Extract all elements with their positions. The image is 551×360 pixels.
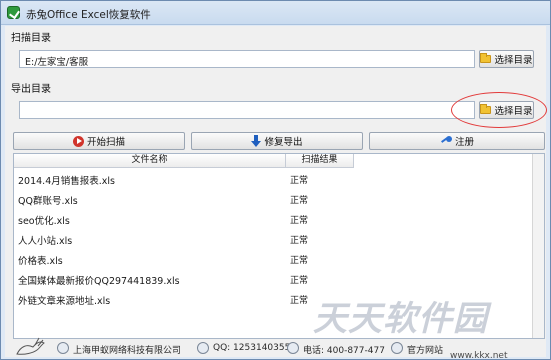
file-name-cell: 外链文章来源地址.xls (18, 296, 111, 307)
company-icon (57, 342, 69, 354)
file-name-cell: 价格表.xls (18, 256, 63, 267)
app-window: 赤兔Office Excel恢复软件 扫描目录 E:/左家宝/客服 选择目录 导… (0, 0, 551, 360)
qq-icon (197, 342, 209, 354)
company-name: 上海甲蚁网络科技有限公司 (73, 346, 182, 356)
footer-bar: 上海甲蚁网络科技有限公司 QQ: 1253140355 电话: 400-877-… (5, 337, 546, 357)
download-icon (251, 135, 262, 147)
file-name-cell: 全国媒体最新报价QQ297441839.xls (18, 276, 180, 287)
table-row[interactable]: 价格表.xls 正常 (14, 250, 534, 270)
table-header: 文件名称 扫描结果 (14, 154, 354, 168)
start-scan-button[interactable]: 开始扫描 (13, 132, 185, 150)
website-icon (391, 342, 403, 354)
website-label: 官方网站 (407, 346, 444, 356)
scan-result-cell: 正常 (290, 256, 309, 266)
key-icon (440, 136, 452, 146)
scan-dir-input[interactable]: E:/左家宝/客服 (19, 50, 475, 68)
phone-icon (287, 342, 299, 354)
scan-choose-dir-button[interactable]: 选择目录 (479, 50, 534, 68)
app-icon (7, 6, 20, 19)
file-name-cell: 人人小站.xls (18, 236, 73, 247)
table-row[interactable]: 外链文章来源地址.xls 正常 (14, 290, 534, 310)
column-header-result[interactable]: 扫描结果 (286, 154, 354, 168)
scan-result-cell: 正常 (290, 196, 309, 206)
export-dir-input[interactable] (19, 101, 475, 119)
scan-result-cell: 正常 (290, 236, 309, 246)
table-row[interactable]: 全国媒体最新报价QQ297441839.xls 正常 (14, 270, 534, 290)
table-scrollbar[interactable] (532, 154, 544, 338)
highlight-circle (451, 92, 547, 128)
column-header-filename[interactable]: 文件名称 (14, 154, 286, 168)
scan-result-cell: 正常 (290, 276, 309, 286)
rabbit-logo-icon (16, 337, 45, 355)
scan-result-cell: 正常 (290, 296, 309, 306)
phone-number: 电话: 400-877-477 (303, 346, 385, 356)
table-row[interactable]: seo优化.xls 正常 (14, 210, 534, 230)
register-button[interactable]: 注册 (369, 132, 545, 150)
file-name-cell: seo优化.xls (18, 216, 70, 227)
title-bar[interactable]: 赤兔Office Excel恢复软件 (1, 1, 550, 25)
table-row[interactable]: 人人小站.xls 正常 (14, 230, 534, 250)
play-icon (72, 135, 84, 147)
repair-export-label: 修复导出 (264, 137, 303, 148)
qq-number: QQ: 1253140355 (213, 343, 291, 353)
repair-export-button[interactable]: 修复导出 (191, 132, 363, 150)
client-area: 扫描目录 E:/左家宝/客服 选择目录 导出目录 选择目录 开始扫描 修复导出 … (5, 26, 547, 357)
file-name-cell: 2014.4月销售报表.xls (18, 176, 115, 187)
start-scan-label: 开始扫描 (86, 137, 125, 148)
scan-choose-dir-label: 选择目录 (494, 55, 533, 66)
table-row[interactable]: QQ群账号.xls 正常 (14, 190, 534, 210)
file-list-table[interactable]: 文件名称 扫描结果 2014.4月销售报表.xls 正常 QQ群账号.xls 正… (13, 153, 545, 339)
scan-result-cell: 正常 (290, 176, 309, 186)
scan-dir-label: 扫描目录 (11, 33, 51, 44)
window-title: 赤兔Office Excel恢复软件 (26, 9, 151, 21)
table-row[interactable]: 2014.4月销售报表.xls 正常 (14, 170, 534, 190)
scan-result-cell: 正常 (290, 216, 309, 226)
file-name-cell: QQ群账号.xls (18, 196, 78, 207)
folder-icon (480, 53, 492, 63)
export-dir-label: 导出目录 (11, 84, 51, 95)
register-label: 注册 (454, 137, 474, 148)
